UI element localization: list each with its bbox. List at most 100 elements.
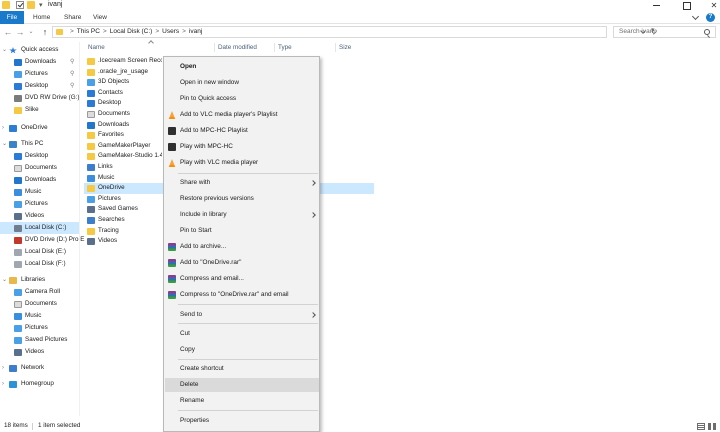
menu-item-label: Rename <box>180 397 205 404</box>
column-header-date-modified[interactable]: Date modified <box>218 42 257 53</box>
menu-item-properties[interactable]: Properties <box>165 414 319 428</box>
sidebar-item-downloads[interactable]: Downloads ⚲ <box>0 56 79 68</box>
close-button[interactable]: ✕ <box>699 0 720 11</box>
menu-item-create-shortcut[interactable]: Create shortcut <box>165 362 319 376</box>
menu-item-play-mpc[interactable]: Play with MPC-HC <box>165 140 319 154</box>
tab-file[interactable]: File <box>0 11 24 24</box>
menu-item-pin-start[interactable]: Pin to Start <box>165 224 319 238</box>
recent-locations-chevron-icon[interactable]: ⌄ <box>26 26 36 38</box>
menu-item-share-with[interactable]: Share with <box>165 176 319 190</box>
sidebar-item-local-disk-c[interactable]: Local Disk (C:) <box>0 222 79 234</box>
sidebar-item-this-pc[interactable]: ⌄ This PC <box>0 138 79 150</box>
expand-ribbon-icon[interactable] <box>692 14 699 21</box>
menu-item-add-onedrive-rar[interactable]: Add to "OneDrive.rar" <box>165 256 319 270</box>
sidebar-item-pc-pictures[interactable]: Pictures <box>0 198 79 210</box>
chevron-right-icon[interactable]: › <box>2 122 7 134</box>
menu-item-compress-rar-email[interactable]: Compress to "OneDrive.rar" and email <box>165 288 319 302</box>
chevron-right-icon <box>310 212 316 218</box>
menu-item-compress-email[interactable]: Compress and email... <box>165 272 319 286</box>
tab-share[interactable]: Share <box>60 11 85 24</box>
minimize-button[interactable] <box>641 0 671 11</box>
sidebar-item-local-disk-f[interactable]: Local Disk (F:) <box>0 258 79 270</box>
menu-item-send-to[interactable]: Send to <box>165 308 319 322</box>
sidebar-item-pc-desktop[interactable]: Desktop <box>0 150 79 162</box>
column-header-type[interactable]: Type <box>278 42 292 53</box>
menu-item-open[interactable]: Open <box>165 60 319 74</box>
column-divider[interactable] <box>214 43 215 52</box>
crumb-separator: > <box>155 28 160 35</box>
sidebar-item-pc-videos[interactable]: Videos <box>0 210 79 222</box>
sidebar-item-desktop[interactable]: Desktop ⚲ <box>0 80 79 92</box>
back-arrow-icon[interactable]: ← <box>3 26 13 38</box>
sidebar-item-lib-documents[interactable]: Documents <box>0 298 79 310</box>
column-header-name[interactable]: Name <box>88 42 105 53</box>
menu-item-delete[interactable]: Delete <box>165 378 319 392</box>
desktop-icon <box>14 83 22 90</box>
menu-item-restore-versions[interactable]: Restore previous versions <box>165 192 319 206</box>
sidebar-item-lib-videos[interactable]: Videos <box>0 346 79 358</box>
saved-games-icon <box>87 206 95 214</box>
sidebar-item-pc-documents[interactable]: Documents <box>0 162 79 174</box>
file-name: Downloads <box>98 120 130 128</box>
sidebar-item-dvd-rw-drive[interactable]: DVD RW Drive (G:) <box>0 92 79 104</box>
menu-item-rename[interactable]: Rename <box>165 394 319 408</box>
column-header-size[interactable]: Size <box>339 42 351 53</box>
menu-item-pin-quick-access[interactable]: Pin to Quick access <box>165 92 319 106</box>
sidebar-item-slike[interactable]: Slike <box>0 104 79 116</box>
menu-item-include-library[interactable]: Include in library <box>165 208 319 222</box>
sidebar-item-pc-music[interactable]: Music <box>0 186 79 198</box>
forward-arrow-icon[interactable]: → <box>15 26 25 38</box>
crumb-ivanj[interactable]: ivanj <box>189 28 202 35</box>
menu-item-cut[interactable]: Cut <box>165 327 319 341</box>
navigation-pane: ⌄ Quick access Downloads ⚲ Pictures ⚲ De… <box>0 42 84 416</box>
search-input[interactable]: Search ivanj <box>613 26 716 38</box>
properties-check-icon[interactable] <box>16 1 24 9</box>
chevron-down-icon[interactable]: ⌄ <box>2 138 7 150</box>
chevron-right-icon[interactable]: › <box>2 362 7 374</box>
sidebar-item-homegroup[interactable]: › Homegroup <box>0 378 79 390</box>
crumb-this-pc[interactable]: This PC <box>77 28 100 35</box>
sidebar-item-lib-pictures[interactable]: Pictures <box>0 322 79 334</box>
column-divider[interactable] <box>274 43 275 52</box>
menu-item-add-mpc-playlist[interactable]: Add to MPC-HC Playlist <box>165 124 319 138</box>
menu-item-play-vlc[interactable]: Play with VLC media player <box>165 156 319 170</box>
sidebar-item-label: Network <box>21 364 45 371</box>
help-icon[interactable]: ? <box>706 13 715 22</box>
folder-icon <box>2 1 10 9</box>
menu-item-add-vlc-playlist[interactable]: Add to VLC media player's Playlist <box>165 108 319 122</box>
tab-home[interactable]: Home <box>29 11 54 24</box>
sidebar-item-label: Saved Pictures <box>25 336 68 343</box>
sidebar-item-dvd-drive-d[interactable]: DVD Drive (D:) Pro E <box>0 234 84 246</box>
crumb-users[interactable]: Users <box>162 28 179 35</box>
sidebar-item-saved-pictures[interactable]: Saved Pictures <box>0 334 79 346</box>
sidebar-item-camera-roll[interactable]: Camera Roll <box>0 286 79 298</box>
up-arrow-icon[interactable]: ↑ <box>40 26 50 38</box>
sidebar-item-pictures[interactable]: Pictures ⚲ <box>0 68 79 80</box>
chevron-down-icon[interactable]: ⌄ <box>2 44 7 56</box>
searches-icon <box>87 217 95 224</box>
status-divider <box>32 423 33 430</box>
column-divider[interactable] <box>335 43 336 52</box>
menu-item-copy[interactable]: Copy <box>165 343 319 357</box>
menu-item-add-archive[interactable]: Add to archive... <box>165 240 319 254</box>
chevron-right-icon[interactable]: › <box>2 378 7 390</box>
large-icons-view-icon[interactable] <box>708 423 716 430</box>
sidebar-item-label: Documents <box>25 164 57 171</box>
address-bar[interactable]: > This PC > Local Disk (C:) > Users > ivanj ↻ <box>52 26 657 38</box>
crumb-local-disk-c[interactable]: Local Disk (C:) <box>110 28 153 35</box>
tab-view[interactable]: View <box>89 11 111 24</box>
sidebar-item-libraries[interactable]: ⌄ Libraries <box>0 274 79 286</box>
sidebar-item-local-disk-e[interactable]: Local Disk (E:) <box>0 246 79 258</box>
quick-access-toolbar-dropdown[interactable]: ▾ <box>39 1 43 9</box>
details-view-icon[interactable] <box>697 423 705 430</box>
sidebar-item-quick-access[interactable]: ⌄ Quick access <box>0 44 79 56</box>
new-folder-icon[interactable] <box>27 1 35 9</box>
maximize-button[interactable] <box>671 0 701 11</box>
sidebar-item-lib-music[interactable]: Music <box>0 310 79 322</box>
sidebar-item-pc-downloads[interactable]: Downloads <box>0 174 79 186</box>
sidebar-item-network[interactable]: › Network <box>0 362 79 374</box>
menu-item-label: Compress to "OneDrive.rar" and email <box>180 291 289 298</box>
chevron-down-icon[interactable]: ⌄ <box>2 274 7 286</box>
menu-item-open-new-window[interactable]: Open in new window <box>165 76 319 90</box>
sidebar-item-onedrive[interactable]: › OneDrive <box>0 122 79 134</box>
